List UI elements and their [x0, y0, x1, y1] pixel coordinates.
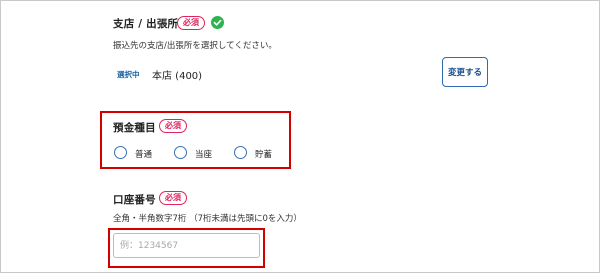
branch-title: 支店 / 出張所: [113, 18, 179, 30]
account-number-input[interactable]: [113, 233, 260, 258]
radio-toza[interactable]: [174, 146, 187, 159]
account-number-required-badge: 必須: [159, 191, 187, 205]
radio-toza-label[interactable]: 当座: [195, 148, 212, 160]
radio-futsu-label[interactable]: 普通: [135, 148, 152, 160]
check-icon: [211, 16, 224, 29]
deposit-type-required-badge: 必須: [159, 119, 187, 133]
account-number-description: 全角・半角数字7桁 （7桁未満は先頭に0を入力）: [113, 214, 302, 224]
deposit-type-title: 預金種目: [113, 122, 156, 134]
account-number-title: 口座番号: [113, 194, 156, 206]
radio-futsu[interactable]: [114, 146, 127, 159]
radio-chochiku-label[interactable]: 貯蓄: [255, 148, 272, 160]
branch-required-badge: 必須: [177, 16, 205, 30]
selected-badge: 選択中: [117, 70, 140, 79]
selected-branch-value: 本店 (400): [152, 71, 203, 82]
form-panel: 支店 / 出張所 必須 振込先の支店/出張所を選択してください。 選択中 本店 …: [0, 0, 600, 273]
radio-chochiku[interactable]: [234, 146, 247, 159]
change-branch-button[interactable]: 変更する: [442, 57, 488, 87]
branch-description: 振込先の支店/出張所を選択してください。: [113, 41, 277, 51]
